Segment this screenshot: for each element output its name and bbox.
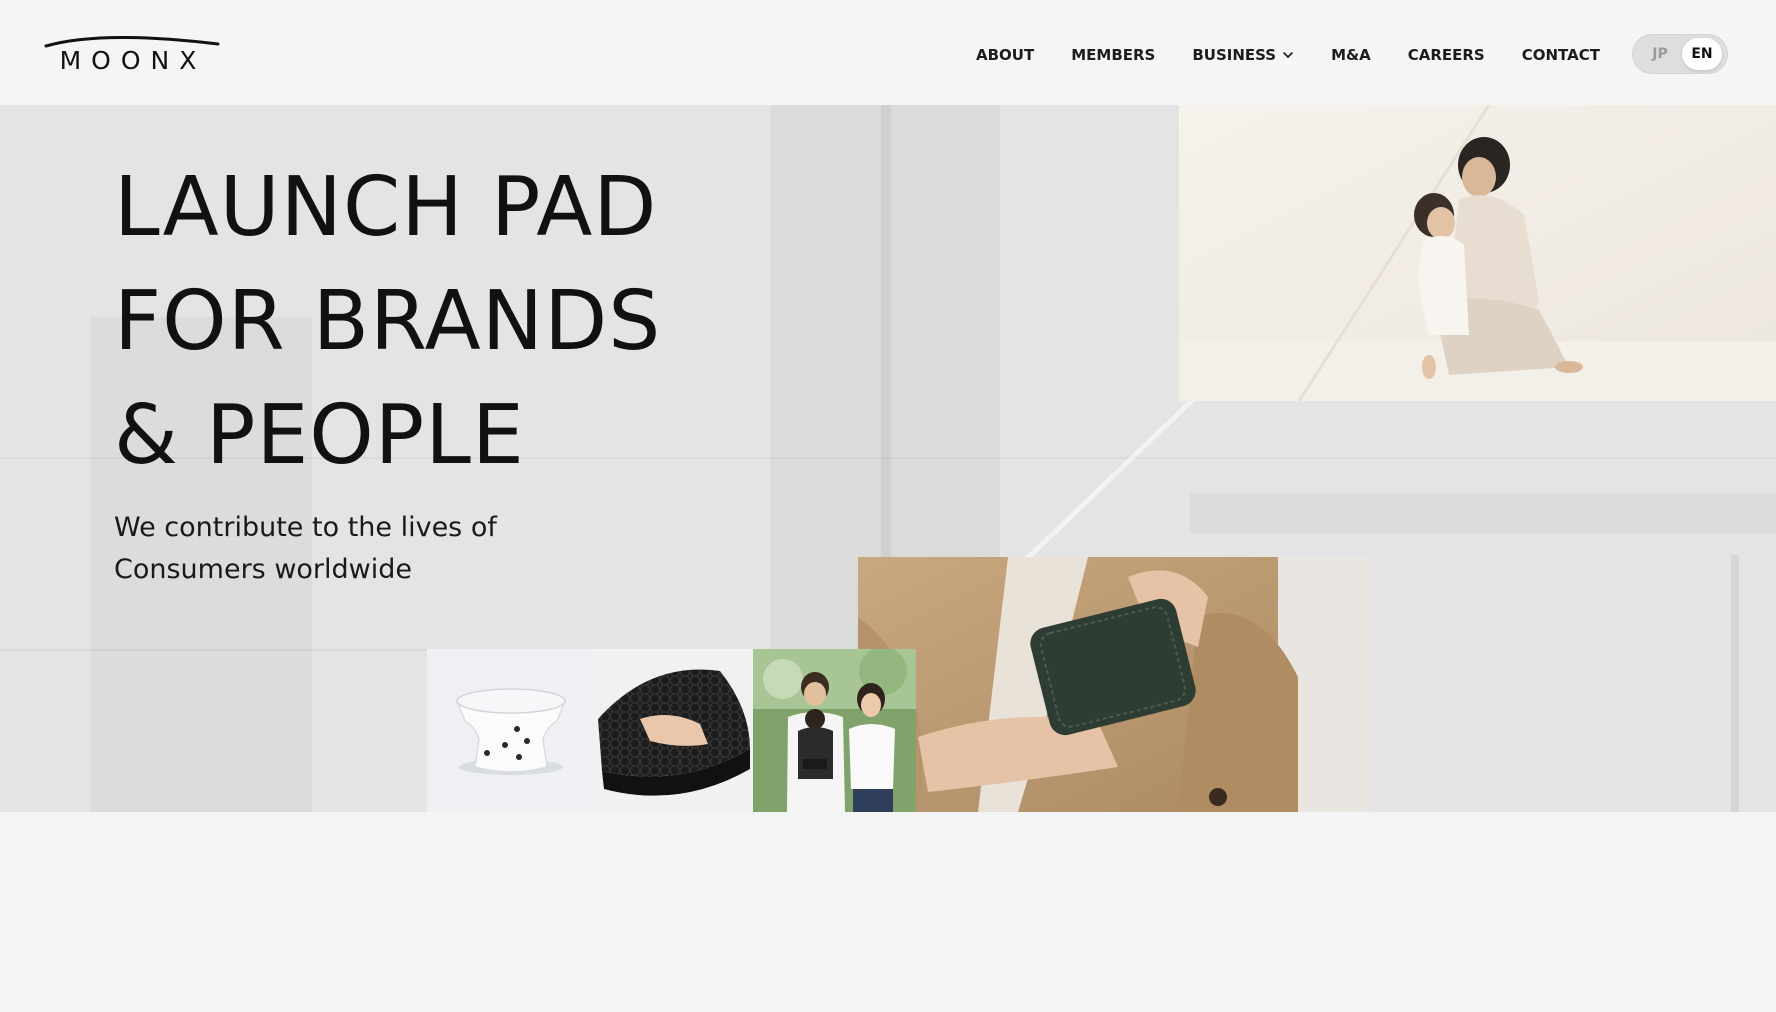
moonx-logo[interactable]: MOONX [42, 32, 224, 80]
hero-title-line: FOR BRANDS [114, 274, 662, 369]
language-option-en[interactable]: EN [1682, 38, 1722, 70]
hero-section: LAUNCH PAD FOR BRANDS & PEOPLE We contri… [0, 105, 1776, 812]
nav-business[interactable]: BUSINESS [1192, 46, 1294, 64]
hero-subtitle-line: We contribute to the lives of [114, 512, 497, 543]
decorative-divider [0, 649, 430, 651]
hero-title-line: LAUNCH PAD [114, 160, 658, 255]
nav-careers[interactable]: CAREERS [1408, 46, 1485, 64]
logo-text: MOONX [59, 46, 207, 75]
language-option-jp[interactable]: JP [1640, 40, 1680, 68]
hero-subtitle: We contribute to the lives of Consumers … [114, 507, 634, 591]
mother-child-photo [1179, 105, 1776, 401]
nav-members[interactable]: MEMBERS [1071, 46, 1155, 64]
language-toggle[interactable]: JP EN [1632, 34, 1728, 74]
main-nav: ABOUT MEMBERS BUSINESS M&A CAREERS CONTA… [976, 40, 1600, 70]
page-lower-area [0, 812, 1776, 1012]
hero-title: LAUNCH PAD FOR BRANDS & PEOPLE [114, 151, 661, 493]
hero-title-line: & PEOPLE [114, 388, 525, 483]
decorative-bar [1731, 555, 1739, 812]
family-carrier-photo [753, 649, 916, 812]
nav-m-and-a[interactable]: M&A [1331, 46, 1371, 64]
nav-about[interactable]: ABOUT [976, 46, 1034, 64]
site-header: MOONX ABOUT MEMBERS BUSINESS M&A CAREERS… [0, 0, 1776, 105]
nav-contact[interactable]: CONTACT [1522, 46, 1600, 64]
wallet-photo [858, 557, 1370, 812]
gel-cushion-photo [590, 649, 753, 812]
pet-bowl-photo [427, 649, 590, 812]
chevron-down-icon [1283, 52, 1293, 58]
nav-business-label: BUSINESS [1192, 46, 1277, 64]
hero-subtitle-line: Consumers worldwide [114, 554, 413, 585]
